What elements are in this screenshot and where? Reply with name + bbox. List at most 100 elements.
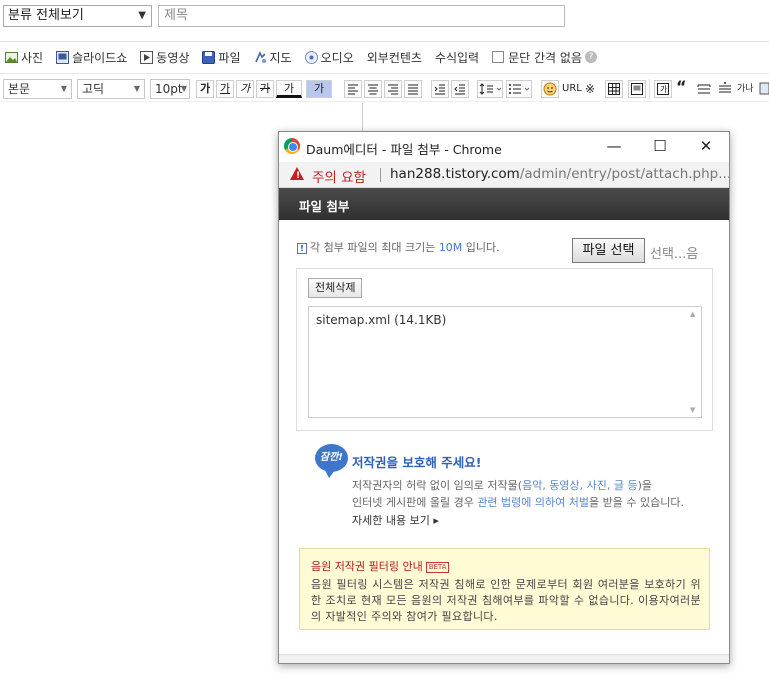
photo-button[interactable]: 사진 bbox=[5, 49, 43, 66]
chevron-down-icon: ▼ bbox=[138, 10, 146, 21]
popup-header-title: 파일 첨부 bbox=[299, 199, 350, 214]
align-right-icon[interactable] bbox=[384, 80, 402, 98]
slideshow-button[interactable]: 슬라이드쇼 bbox=[56, 49, 127, 66]
photo-label: 사진 bbox=[21, 50, 44, 65]
special-char-button[interactable]: ※ bbox=[585, 80, 595, 98]
map-label: 지도 bbox=[269, 50, 292, 65]
url-bar[interactable]: ! 주의 요함 han288.tistory.com/admin/entry/p… bbox=[279, 162, 729, 188]
max-size-info: ! 각 첨부 파일의 최대 크기는 10M 입니다. bbox=[297, 239, 500, 255]
slideshow-icon bbox=[56, 50, 70, 64]
url-button[interactable]: URL bbox=[562, 80, 582, 98]
choose-file-button[interactable]: 파일 선택 bbox=[572, 238, 645, 263]
alignment-group bbox=[344, 80, 422, 98]
outdent-icon[interactable] bbox=[451, 80, 469, 98]
maximize-button[interactable]: ☐ bbox=[637, 132, 683, 162]
box-icon[interactable] bbox=[628, 80, 646, 98]
table-icon[interactable] bbox=[605, 80, 623, 98]
more-tools-icon[interactable] bbox=[759, 80, 769, 98]
indent-group bbox=[431, 80, 469, 98]
map-button[interactable]: 지도 bbox=[254, 49, 292, 66]
font-size-value: 10pt bbox=[155, 82, 183, 96]
more-details-link[interactable]: 자세한 내용 보기 ▸ bbox=[352, 512, 439, 528]
char-spacing-button[interactable]: 가나 bbox=[737, 80, 754, 98]
attached-file-list[interactable]: sitemap.xml (14.1KB) ▲ ▼ bbox=[308, 306, 702, 418]
align-justify-icon[interactable] bbox=[404, 80, 422, 98]
choose-file-status: 선택...음 bbox=[650, 247, 699, 262]
file-button[interactable]: 파일 bbox=[202, 49, 241, 66]
line-height-icon[interactable] bbox=[477, 80, 503, 98]
delete-all-button[interactable]: 전체삭제 bbox=[308, 278, 363, 298]
list-item[interactable]: sitemap.xml (14.1KB) bbox=[316, 313, 446, 327]
background-color-button[interactable]: 가 bbox=[306, 80, 332, 98]
media-toolbar: 사진 슬라이드쇼 동영상 파일 지도 오디오 외부컨텐츠 수식입력 문단 간격 … bbox=[0, 46, 605, 68]
list-icon[interactable] bbox=[506, 80, 532, 98]
photo-icon bbox=[5, 51, 18, 63]
underline-button[interactable]: 가 bbox=[216, 80, 234, 98]
category-select[interactable]: 분류 전체보기 ▼ bbox=[3, 5, 152, 27]
video-button[interactable]: 동영상 bbox=[140, 49, 189, 66]
chevron-down-icon: ▼ bbox=[133, 84, 140, 93]
title-input[interactable]: 제목 bbox=[158, 5, 565, 27]
video-label: 동영상 bbox=[156, 50, 190, 65]
font-size-select[interactable]: 10pt ▼ bbox=[150, 79, 190, 99]
chrome-logo-icon bbox=[284, 138, 300, 154]
url-path: /admin/entry/post/attach.php... bbox=[519, 166, 730, 182]
external-content-button[interactable]: 외부컨텐츠 bbox=[367, 49, 422, 66]
popup-footer bbox=[279, 654, 729, 663]
attached-files-panel: 전체삭제 sitemap.xml (14.1KB) ▲ ▼ bbox=[296, 268, 713, 431]
title-placeholder: 제목 bbox=[164, 8, 188, 23]
bold-button[interactable]: 가 bbox=[196, 80, 214, 98]
copyright-title: 저작권을 보호해 주세요! bbox=[352, 455, 482, 470]
notice-body: 음원 필터링 시스템은 저작권 침해로 인한 문제로부터 회원 여러분을 보호하… bbox=[311, 578, 701, 623]
security-warning-label[interactable]: 주의 요함 bbox=[312, 166, 366, 186]
scrollbar[interactable]: ▲ ▼ bbox=[687, 307, 701, 417]
scroll-down-icon[interactable]: ▼ bbox=[690, 406, 695, 414]
font-select[interactable]: 고딕 ▼ bbox=[77, 79, 145, 99]
info-size: 10M bbox=[438, 241, 463, 254]
copyright-text-highlight: 관련 법령에 의하여 처벌 bbox=[477, 496, 590, 509]
audio-button[interactable]: 오디오 bbox=[304, 49, 354, 66]
formula-label: 수식입력 bbox=[434, 50, 480, 65]
url-host: han288.tistory.com bbox=[390, 166, 520, 182]
quote-box-icon[interactable]: 가 bbox=[654, 80, 672, 98]
no-paragraph-spacing-checkbox[interactable] bbox=[492, 51, 505, 63]
divider bbox=[0, 41, 769, 42]
category-select-value: 분류 전체보기 bbox=[8, 8, 84, 23]
formula-button[interactable]: 수식입력 bbox=[435, 49, 479, 66]
more-lines-icon[interactable] bbox=[716, 80, 734, 98]
emoticon-icon[interactable] bbox=[541, 80, 559, 98]
font-color-button[interactable]: 가 bbox=[276, 80, 302, 98]
paragraph-style-value: 본문 bbox=[8, 82, 31, 96]
external-content-label: 외부컨텐츠 bbox=[366, 50, 422, 65]
minimize-button[interactable]: — bbox=[591, 132, 637, 162]
no-paragraph-spacing-toggle[interactable]: 문단 간격 없음 ? bbox=[492, 49, 597, 66]
align-left-icon[interactable] bbox=[344, 80, 362, 98]
quote-button[interactable]: “ bbox=[676, 78, 687, 96]
divider bbox=[380, 168, 381, 182]
help-icon[interactable]: ? bbox=[584, 51, 597, 63]
copyright-text: 저작권자의 허락 없이 임의로 저작물(음악, 동영상, 사진, 글 등)을 인… bbox=[352, 477, 684, 511]
align-center-icon[interactable] bbox=[364, 80, 382, 98]
url-text: han288.tistory.com/admin/entry/post/atta… bbox=[390, 166, 730, 182]
line-list-group bbox=[477, 80, 532, 98]
video-icon bbox=[140, 50, 154, 64]
indent-icon[interactable] bbox=[431, 80, 449, 98]
popup-window-title: Daum에디터 - 파일 첨부 - Chrome bbox=[306, 142, 502, 157]
close-button[interactable]: ✕ bbox=[683, 132, 729, 162]
editor-guide-line bbox=[362, 103, 363, 133]
italic-button[interactable]: 가 bbox=[236, 80, 254, 98]
audio-label: 오디오 bbox=[320, 50, 354, 65]
divider bbox=[0, 101, 769, 102]
horizontal-rule-icon[interactable] bbox=[695, 80, 713, 98]
wait-badge-icon: 잠깐! bbox=[315, 444, 348, 478]
file-label: 파일 bbox=[218, 50, 241, 65]
copyright-text-part: )을 bbox=[637, 479, 653, 492]
paragraph-style-select[interactable]: 본문 ▼ bbox=[3, 79, 72, 99]
warning-exclamation: ! bbox=[296, 171, 301, 181]
strikethrough-button[interactable]: 가 bbox=[256, 80, 274, 98]
divider bbox=[649, 79, 650, 99]
popup-titlebar: Daum에디터 - 파일 첨부 - Chrome — ☐ ✕ bbox=[279, 132, 729, 162]
map-icon bbox=[254, 50, 266, 63]
slideshow-label: 슬라이드쇼 bbox=[72, 50, 128, 65]
scroll-up-icon[interactable]: ▲ bbox=[690, 310, 695, 318]
